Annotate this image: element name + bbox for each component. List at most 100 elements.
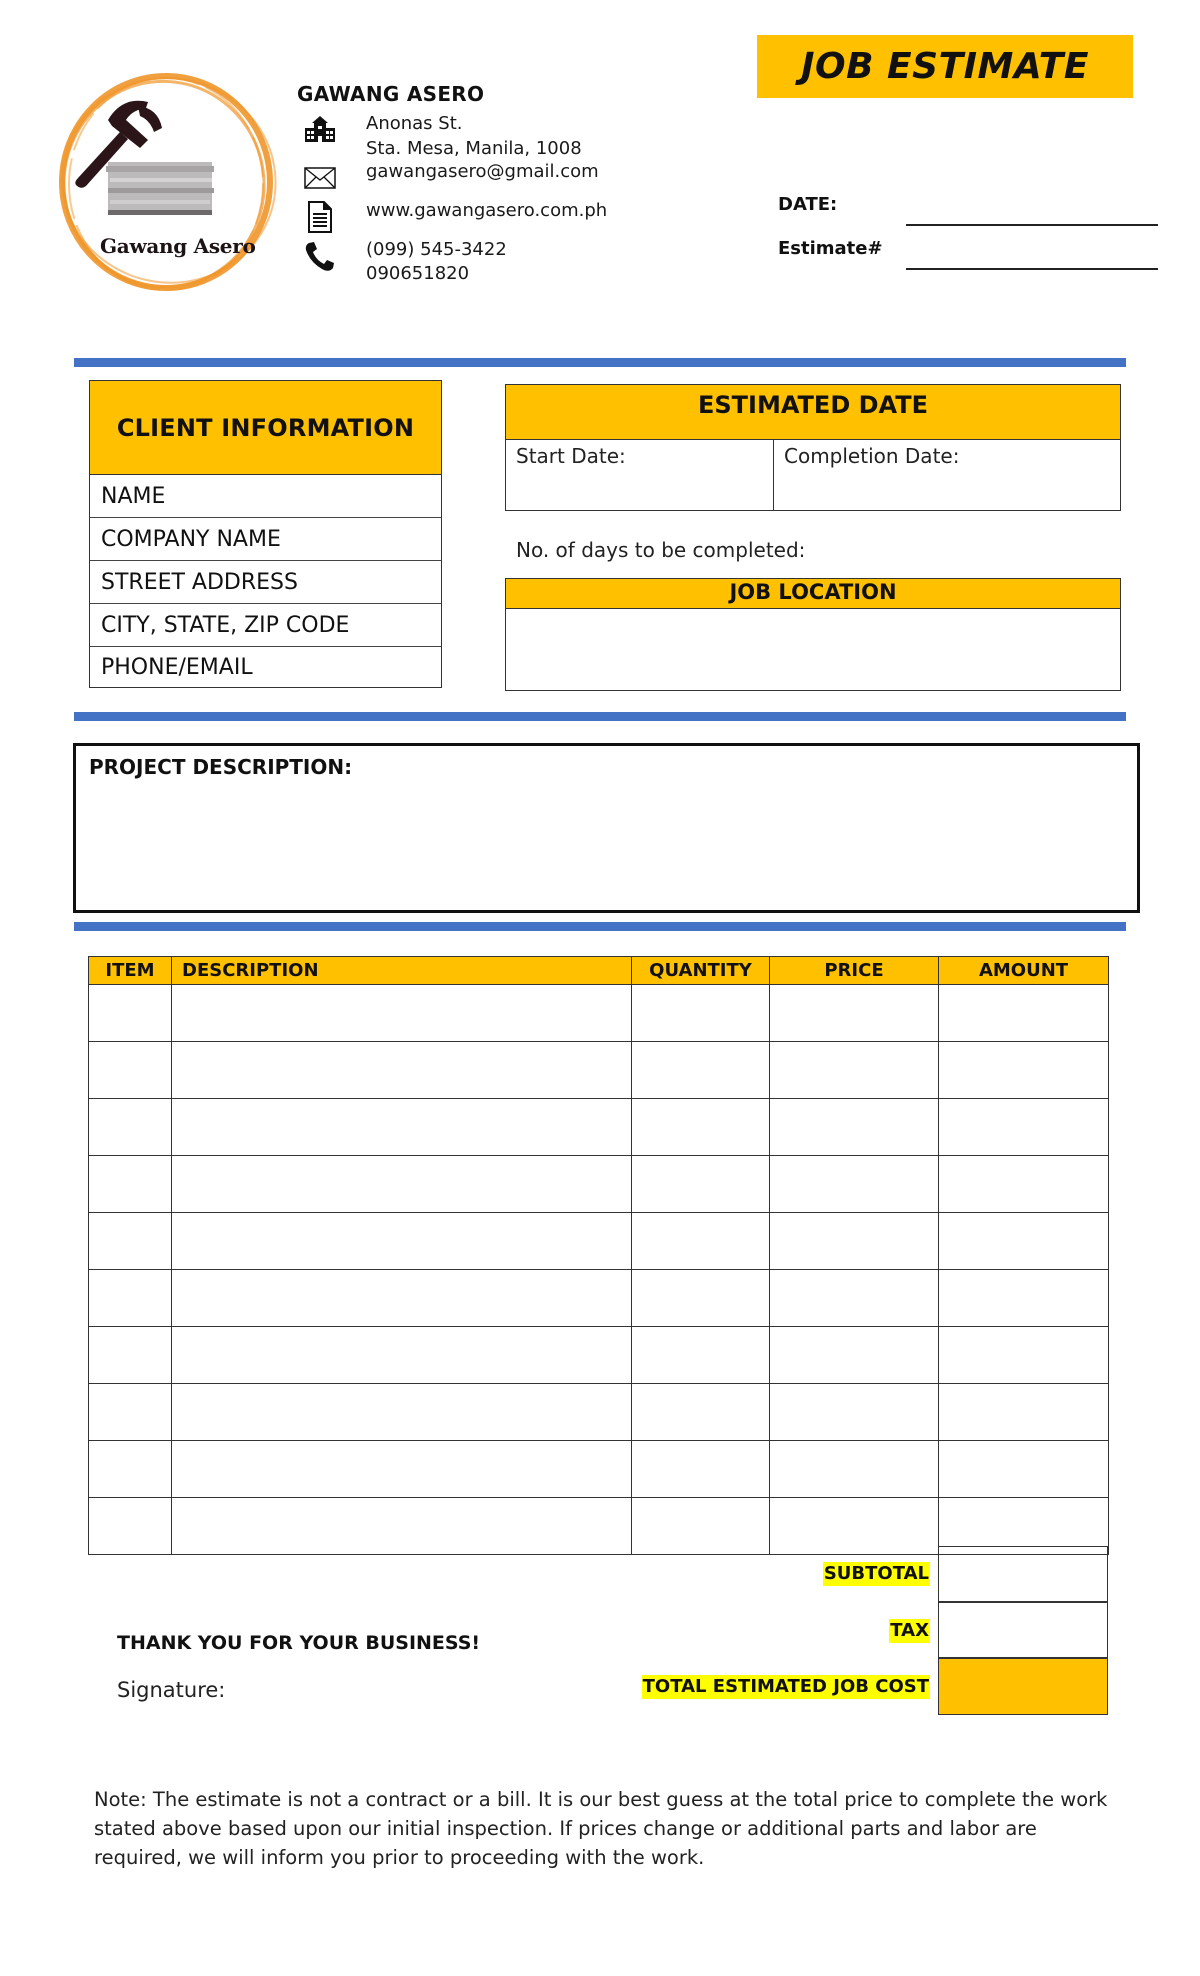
- cell-description[interactable]: [171, 1041, 632, 1099]
- cell-amount[interactable]: [938, 1269, 1109, 1327]
- client-company-field[interactable]: COMPANY NAME: [90, 518, 441, 561]
- cell-amount[interactable]: [938, 1440, 1109, 1498]
- cell-quantity[interactable]: [631, 1383, 770, 1441]
- client-city-field[interactable]: CITY, STATE, ZIP CODE: [90, 604, 441, 647]
- table-row: [88, 1269, 1109, 1327]
- estimate-number-field[interactable]: [906, 268, 1158, 270]
- total-cost-field[interactable]: [938, 1658, 1108, 1715]
- logo-graphic: [59, 73, 277, 291]
- cell-price[interactable]: [769, 1326, 939, 1384]
- table-row: [88, 1098, 1109, 1156]
- job-location-field[interactable]: [506, 609, 1120, 689]
- cell-quantity[interactable]: [631, 1497, 770, 1555]
- project-description-field[interactable]: PROJECT DESCRIPTION:: [73, 743, 1140, 913]
- cell-amount[interactable]: [938, 1155, 1109, 1213]
- tax-label: TAX: [889, 1619, 930, 1643]
- cell-description[interactable]: [171, 1155, 632, 1213]
- steel-plates-graphic: [106, 162, 214, 215]
- email-link[interactable]: gawangasero@gmail.com: [366, 161, 599, 182]
- start-date-label: Start Date:: [516, 444, 626, 468]
- company-logo: [48, 66, 284, 302]
- table-row: [88, 1383, 1109, 1441]
- client-street-field[interactable]: STREET ADDRESS: [90, 561, 441, 604]
- column-header-quantity: QUANTITY: [631, 956, 770, 985]
- cell-description[interactable]: [171, 1383, 632, 1441]
- cell-price[interactable]: [769, 1155, 939, 1213]
- cell-price[interactable]: [769, 1269, 939, 1327]
- cell-price[interactable]: [769, 1098, 939, 1156]
- estimated-date-panel: ESTIMATED DATE Start Date: Completion Da…: [505, 384, 1121, 511]
- cell-description[interactable]: [171, 1212, 632, 1270]
- phone-number-1: (099) 545-3422: [366, 239, 507, 260]
- column-header-description: DESCRIPTION: [171, 956, 632, 985]
- cell-description[interactable]: [171, 1497, 632, 1555]
- cell-description[interactable]: [171, 1326, 632, 1384]
- cell-item[interactable]: [88, 1497, 172, 1555]
- cell-amount[interactable]: [938, 1098, 1109, 1156]
- total-cost-label: TOTAL ESTIMATED JOB COST: [641, 1675, 930, 1699]
- cell-item[interactable]: [88, 1041, 172, 1099]
- cell-price[interactable]: [769, 1497, 939, 1555]
- cell-item[interactable]: [88, 1098, 172, 1156]
- cell-description[interactable]: [171, 1440, 632, 1498]
- section-divider: [74, 712, 1126, 721]
- table-row: [88, 1155, 1109, 1213]
- subtotal-label: SUBTOTAL: [822, 1562, 930, 1586]
- cell-item[interactable]: [88, 1155, 172, 1213]
- cell-quantity[interactable]: [631, 984, 770, 1042]
- date-label: DATE:: [778, 194, 838, 215]
- line-items-table: ITEM DESCRIPTION QUANTITY PRICE AMOUNT: [88, 956, 1109, 1555]
- days-to-complete-label: No. of days to be completed:: [516, 538, 806, 562]
- cell-quantity[interactable]: [631, 1212, 770, 1270]
- cell-amount[interactable]: [938, 984, 1109, 1042]
- cell-item[interactable]: [88, 1212, 172, 1270]
- cell-quantity[interactable]: [631, 1041, 770, 1099]
- client-information-panel: CLIENT INFORMATION NAME COMPANY NAME STR…: [89, 380, 442, 688]
- cell-price[interactable]: [769, 1212, 939, 1270]
- start-date-field[interactable]: Start Date:: [506, 440, 774, 510]
- date-field[interactable]: [906, 224, 1158, 226]
- document-icon: [303, 200, 337, 233]
- signature-label: Signature:: [117, 1678, 226, 1702]
- website-link[interactable]: www.gawangasero.com.ph: [366, 200, 607, 221]
- project-description-label: PROJECT DESCRIPTION:: [89, 755, 353, 779]
- cell-amount[interactable]: [938, 1383, 1109, 1441]
- cell-item[interactable]: [88, 1326, 172, 1384]
- logo-text: Gawang Asero: [100, 234, 256, 258]
- completion-date-field[interactable]: Completion Date:: [774, 440, 959, 510]
- cell-amount[interactable]: [938, 1212, 1109, 1270]
- table-row: [88, 1326, 1109, 1384]
- client-name-field[interactable]: NAME: [90, 475, 441, 518]
- cell-description[interactable]: [171, 1098, 632, 1156]
- table-header-row: ITEM DESCRIPTION QUANTITY PRICE AMOUNT: [88, 956, 1109, 985]
- cell-description[interactable]: [171, 1269, 632, 1327]
- cell-amount[interactable]: [938, 1041, 1109, 1099]
- column-header-price: PRICE: [769, 956, 939, 985]
- cell-price[interactable]: [769, 1440, 939, 1498]
- cell-quantity[interactable]: [631, 1269, 770, 1327]
- cell-price[interactable]: [769, 984, 939, 1042]
- cell-price[interactable]: [769, 1041, 939, 1099]
- cell-item[interactable]: [88, 1269, 172, 1327]
- cell-item[interactable]: [88, 1440, 172, 1498]
- cell-quantity[interactable]: [631, 1326, 770, 1384]
- cell-amount[interactable]: [938, 1326, 1109, 1384]
- cell-description[interactable]: [171, 984, 632, 1042]
- cell-quantity[interactable]: [631, 1098, 770, 1156]
- cell-item[interactable]: [88, 1383, 172, 1441]
- estimate-number-label: Estimate#: [778, 238, 883, 259]
- cell-item[interactable]: [88, 984, 172, 1042]
- column-header-item: ITEM: [88, 956, 172, 985]
- job-location-panel: JOB LOCATION: [505, 578, 1121, 691]
- company-name: GAWANG ASERO: [297, 82, 485, 106]
- disclaimer-note: Note: The estimate is not a contract or …: [94, 1788, 1108, 1869]
- table-row: [88, 1212, 1109, 1270]
- cell-price[interactable]: [769, 1383, 939, 1441]
- client-contact-field[interactable]: PHONE/EMAIL: [90, 647, 441, 687]
- cell-quantity[interactable]: [631, 1440, 770, 1498]
- document-title-banner: JOB ESTIMATE: [757, 35, 1133, 98]
- tax-field[interactable]: [938, 1602, 1108, 1658]
- cell-quantity[interactable]: [631, 1155, 770, 1213]
- subtotal-field[interactable]: [938, 1546, 1108, 1602]
- phone-icon: [303, 240, 337, 272]
